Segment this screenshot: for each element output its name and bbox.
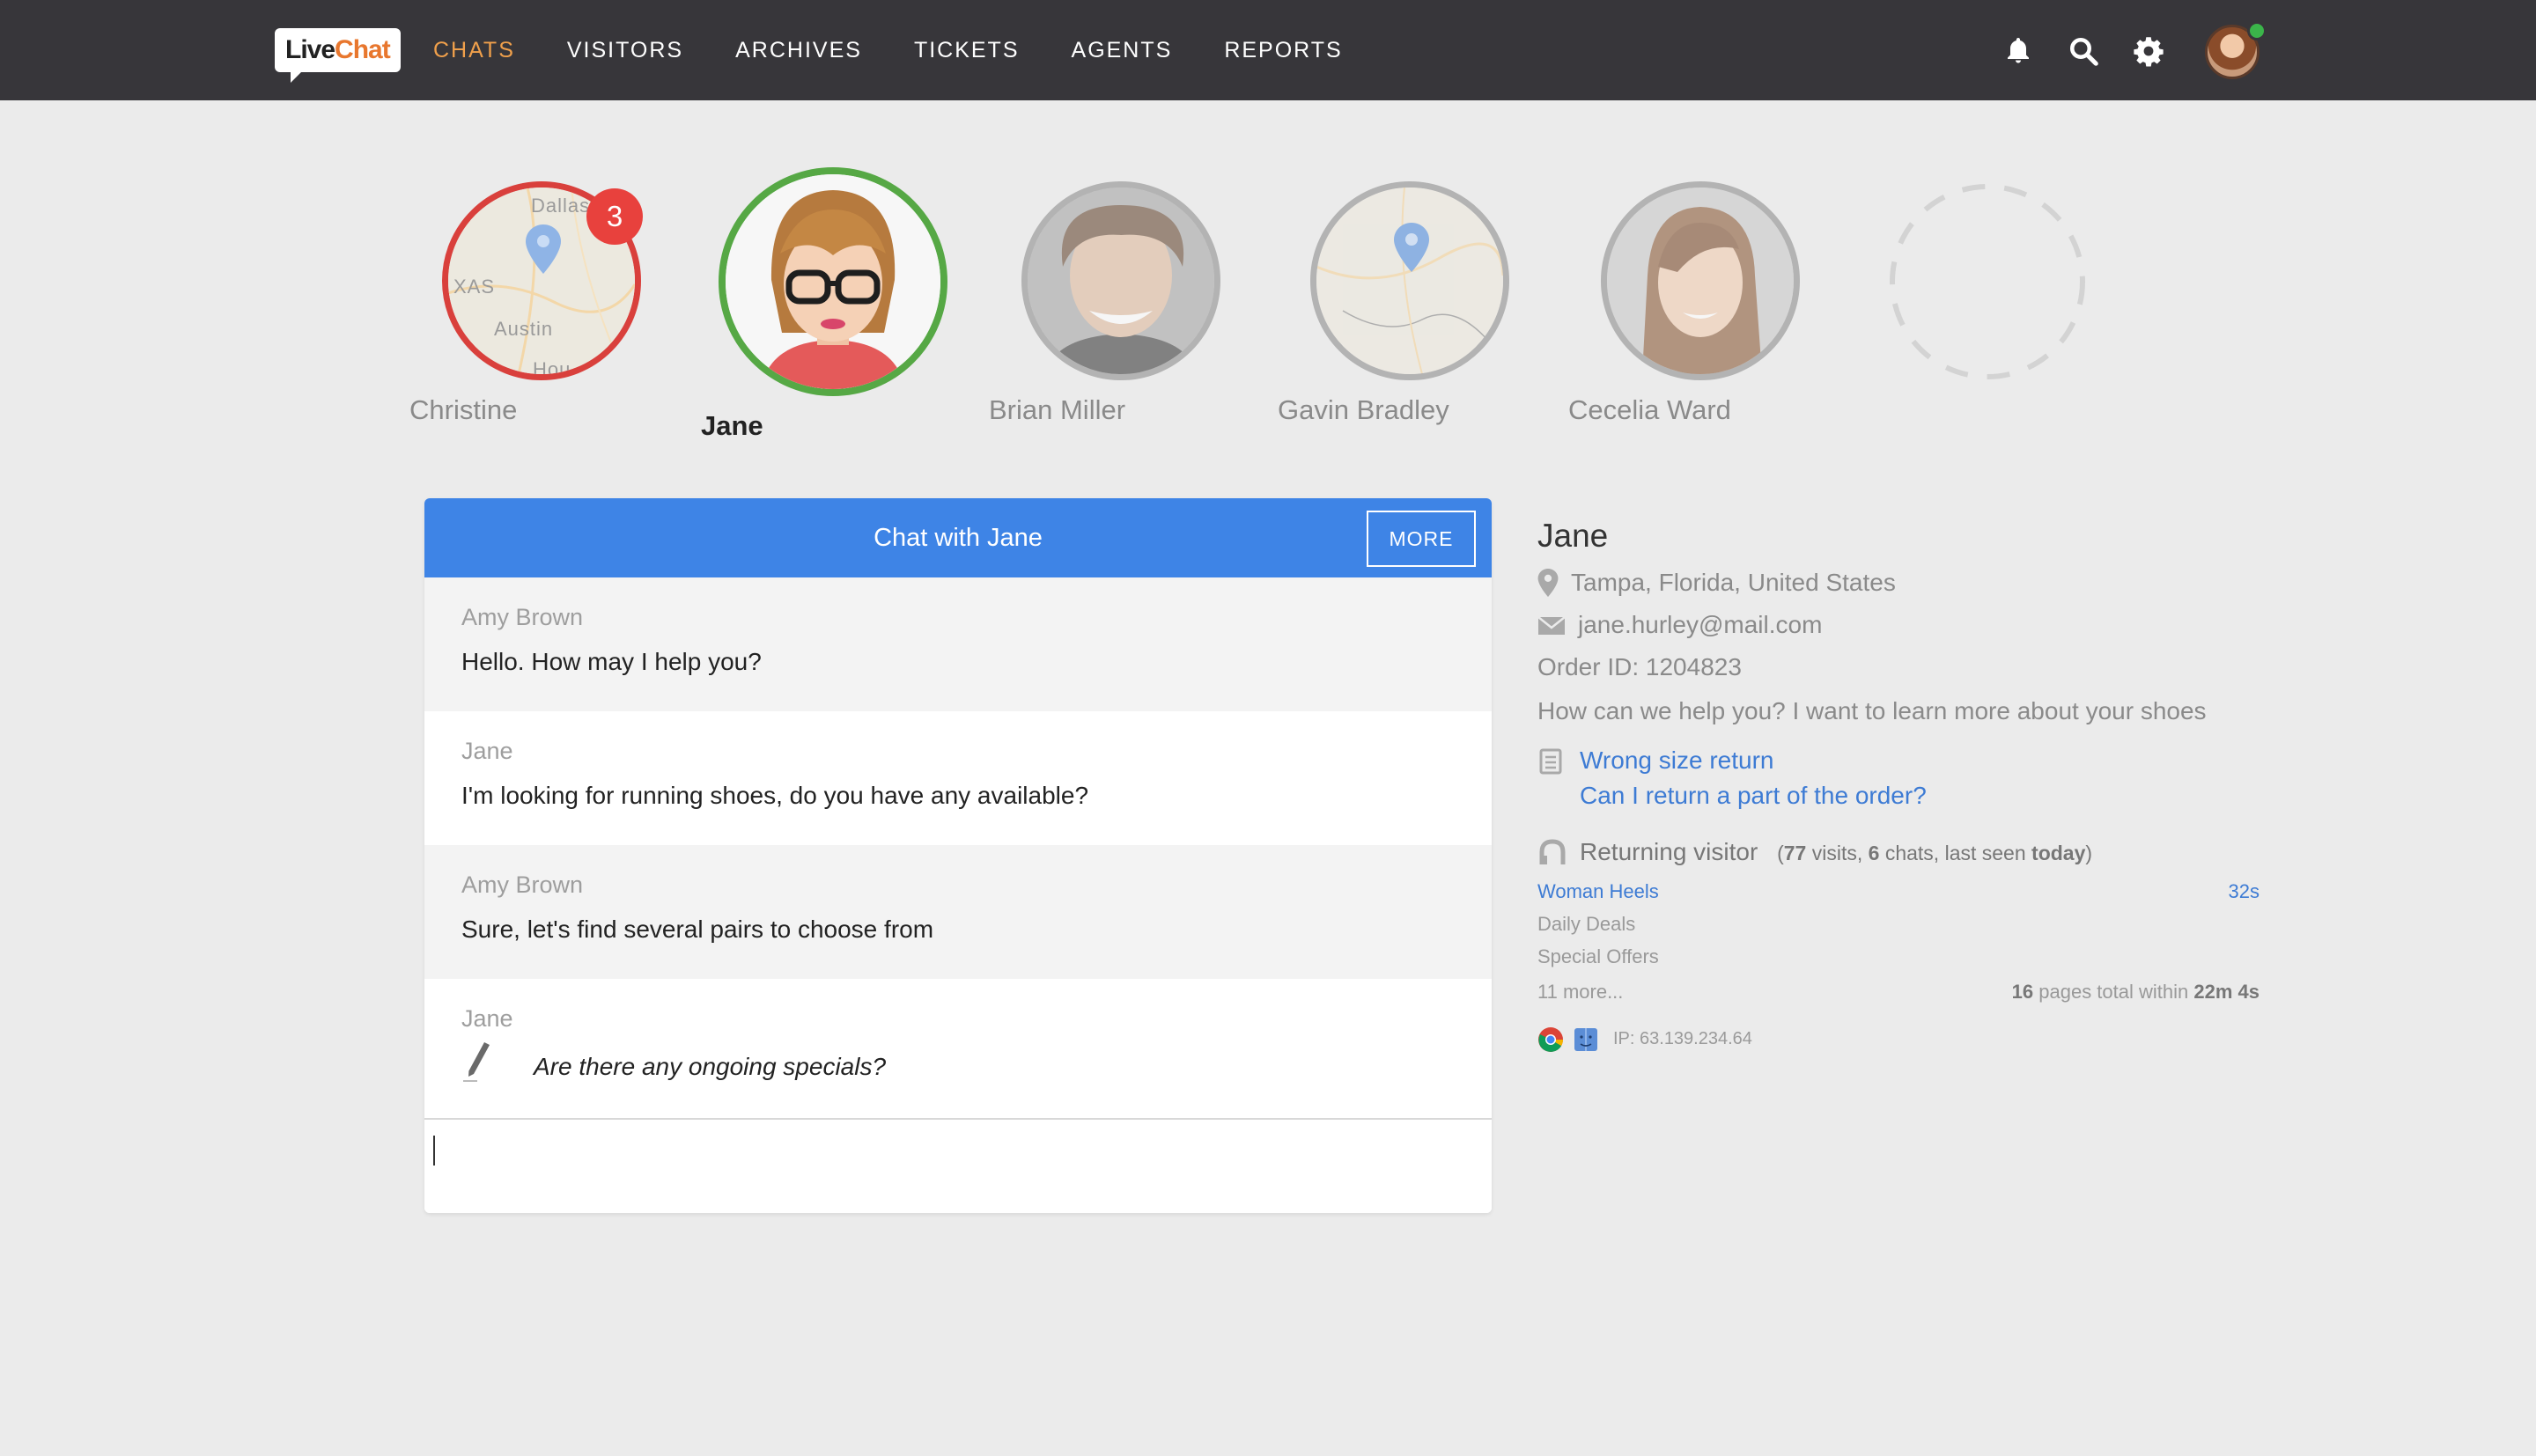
returning-visitor-icon	[1539, 839, 1566, 864]
message-text: Sure, let's find several pairs to choose…	[461, 916, 934, 943]
pages-summary: 11 more... 16 pages total within 22m 4s	[1537, 981, 2260, 1004]
main-nav: CHATS VISITORS ARCHIVES TICKETS AGENTS R…	[433, 0, 1395, 100]
pages-total-label: pages total within	[2033, 981, 2194, 1003]
top-navigation-bar: Live Chat CHATS VISITORS ARCHIVES TICKETS…	[0, 0, 2536, 100]
more-pages-link[interactable]: 11 more...	[1537, 981, 1623, 1003]
nav-chats[interactable]: CHATS	[433, 38, 515, 63]
logo-text-live: Live	[285, 35, 335, 64]
article-suggestion: Wrong size return	[1537, 746, 1773, 775]
page-visited[interactable]: Daily Deals	[1537, 913, 1635, 936]
gear-icon[interactable]	[2133, 35, 2164, 67]
page-visited[interactable]: Special Offers	[1537, 945, 1659, 968]
jane-photo	[726, 174, 940, 389]
mac-os-icon	[1574, 1028, 1597, 1051]
visitor-question: How can we help you? I want to learn mor…	[1537, 697, 2207, 724]
article-link[interactable]: Can I return a part of the order?	[1580, 782, 1927, 809]
pages-total: 16 pages total within 22m 4s	[2012, 981, 2260, 1004]
chats-count: 6	[1868, 842, 1880, 864]
article-suggestion: Can I return a part of the order?	[1537, 782, 1927, 810]
info-visitor-name: Jane	[1537, 518, 1609, 554]
nav-tickets[interactable]: TICKETS	[914, 38, 1020, 63]
nav-agents[interactable]: AGENTS	[1072, 38, 1173, 63]
message-text-typing: Are there any ongoing specials?	[534, 1053, 887, 1080]
page-link[interactable]: Woman Heels	[1537, 880, 1659, 902]
nav-archives[interactable]: ARCHIVES	[735, 38, 862, 63]
location-pin-icon	[1537, 569, 1559, 597]
livechat-logo[interactable]: Live Chat	[275, 28, 401, 83]
chat-message: Amy Brown Sure, let's find several pairs…	[424, 845, 1492, 979]
logo-text-chat: Chat	[335, 35, 391, 64]
visit-stats: (77 visits, 6 chats, last seen today)	[1777, 842, 2093, 864]
visitor-name[interactable]: Brian Miller	[989, 394, 1253, 426]
chat-message: Amy Brown Hello. How may I help you?	[424, 577, 1492, 711]
status-online-badge	[2247, 21, 2267, 40]
visitor-name-active[interactable]: Jane	[701, 410, 965, 442]
last-seen: today	[2031, 842, 2086, 864]
search-icon[interactable]	[2068, 35, 2099, 67]
message-author: Jane	[461, 1005, 513, 1032]
logo-speech-tail	[291, 70, 303, 83]
visitor-name[interactable]: Cecelia Ward	[1568, 394, 1832, 426]
chat-header: Chat with Jane MORE	[424, 498, 1492, 577]
logo-box: Live Chat	[275, 28, 401, 83]
ip-address: IP: 63.139.234.64	[1613, 1029, 1752, 1048]
info-email: jane.hurley@mail.com	[1537, 611, 1822, 639]
more-button[interactable]: MORE	[1367, 511, 1476, 567]
message-text: I'm looking for running shoes, do you ha…	[461, 782, 1089, 809]
chats-label: chats, last seen	[1879, 842, 2032, 864]
message-author: Amy Brown	[461, 604, 584, 630]
message-author: Jane	[461, 738, 513, 764]
pencil-icon	[463, 1042, 490, 1082]
pages-count: 16	[2011, 981, 2034, 1003]
pages-duration: 22m 4s	[2193, 981, 2260, 1003]
visitor-jane-avatar[interactable]	[719, 167, 947, 396]
visitor-name[interactable]: Christine	[409, 394, 674, 426]
nav-visitors[interactable]: VISITORS	[567, 38, 683, 63]
bell-icon[interactable]	[2002, 35, 2034, 67]
location-text: Tampa, Florida, United States	[1571, 569, 1896, 596]
unread-count-badge: 3	[586, 188, 643, 245]
empty-visitor-slot	[1890, 184, 2085, 379]
chat-message: Jane I'm looking for running shoes, do y…	[424, 711, 1492, 845]
page-visited-current: Woman Heels 32s	[1537, 880, 2260, 903]
info-location: Tampa, Florida, United States	[1537, 569, 1896, 597]
page-time: 32s	[2228, 880, 2260, 902]
visits-count: 77	[1783, 842, 1807, 864]
returning-label: Returning visitor	[1580, 838, 1758, 865]
message-author: Amy Brown	[461, 871, 584, 898]
message-text: Hello. How may I help you?	[461, 648, 762, 675]
map-label: Hou	[533, 358, 571, 380]
chat-input[interactable]	[424, 1118, 1492, 1213]
visitor-name[interactable]: Gavin Bradley	[1278, 394, 1542, 426]
returning-visitor: Returning visitor (77 visits, 6 chats, l…	[1537, 838, 2092, 866]
chrome-browser-icon	[1538, 1027, 1563, 1052]
mail-icon	[1537, 616, 1566, 635]
nav-reports[interactable]: REPORTS	[1224, 38, 1342, 63]
chat-title: Chat with Jane	[874, 524, 1043, 552]
map-pin-icon	[526, 224, 561, 274]
email-text[interactable]: jane.hurley@mail.com	[1578, 611, 1822, 638]
chat-message-typing: Jane Are there any ongoing specials?	[424, 979, 1492, 1118]
article-icon	[1539, 748, 1562, 775]
map-label: Dallas	[531, 195, 591, 217]
order-id: Order ID: 1204823	[1537, 653, 1742, 680]
visits-label: visits,	[1806, 842, 1869, 864]
tech-info: IP: 63.139.234.64	[1537, 1026, 1752, 1052]
map-label: Austin	[494, 318, 554, 340]
article-link[interactable]: Wrong size return	[1580, 746, 1773, 774]
text-caret	[433, 1136, 435, 1166]
map-label: XAS	[453, 276, 496, 298]
chat-panel: Chat with Jane MORE Amy Brown Hello. How…	[424, 498, 1492, 1213]
